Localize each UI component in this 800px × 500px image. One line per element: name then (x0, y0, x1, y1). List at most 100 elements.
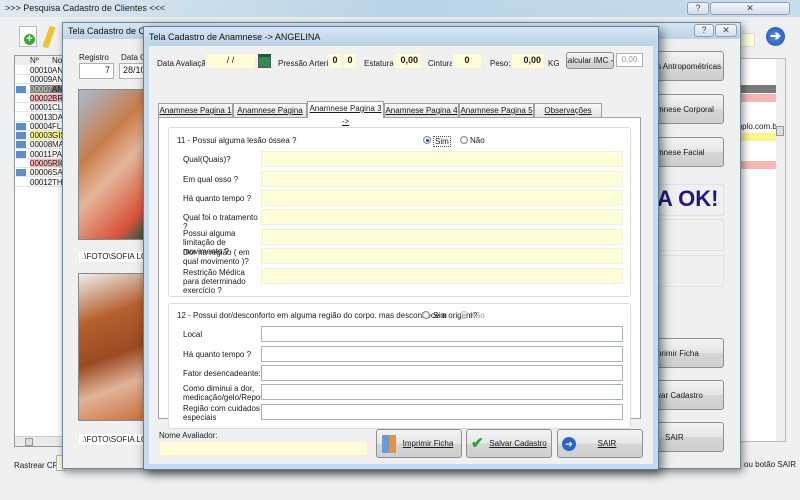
table-row[interactable]: 00010ANA (15, 66, 63, 75)
peso-label: Peso: (490, 59, 511, 68)
outer-help-button[interactable]: ? (687, 2, 709, 15)
row-icon (16, 179, 26, 186)
table-row[interactable]: 00012THE (15, 177, 63, 187)
tab-pagina-3[interactable]: Anamnese Pagina 3 -> (307, 101, 384, 126)
table-row[interactable]: 00001CLI (15, 103, 63, 113)
save-button[interactable]: ✔ Salvar Cadastro (466, 429, 552, 458)
q11-field-label: Dor na região ( em qual movimento )? (183, 248, 250, 266)
row-num: 00012 (30, 177, 53, 187)
exit-label: SAIR (597, 439, 617, 448)
data-avaliacao-input[interactable]: / / (205, 53, 256, 69)
q11-field-input[interactable] (261, 229, 623, 245)
vertical-scrollbar[interactable] (776, 59, 785, 441)
table-row[interactable]: 00007 AN (15, 84, 63, 94)
q12-field-input[interactable] (261, 346, 623, 362)
edit-pencil-icon[interactable] (42, 25, 56, 49)
table-row[interactable]: 00006SAR (15, 168, 63, 178)
table-row[interactable]: 00009ANA (15, 75, 63, 85)
tab-observacoes[interactable]: Observações Gerais (534, 103, 602, 128)
table-row[interactable]: 00003GIS (15, 131, 63, 141)
q12-field-input[interactable] (261, 365, 623, 381)
exit-hint: C ou botão SAIR (736, 460, 797, 469)
row-icon (16, 67, 26, 74)
next-arrow-icon[interactable]: ➔ (766, 27, 785, 46)
cintura-input[interactable]: 0 (452, 53, 482, 69)
horizontal-scrollbar[interactable] (15, 436, 63, 446)
checkmark-icon: ✔ (471, 435, 484, 452)
client-list-grid[interactable]: Nº Nome 00010ANA00009ANA00007AN00002BRI0… (14, 55, 73, 447)
q12-field-input[interactable] (261, 384, 623, 400)
anamnese-title: Tela Cadastro de Anamnese -> ANGELINA (144, 27, 658, 46)
q11-no-radio[interactable] (460, 136, 468, 144)
estatura-input[interactable]: 0,00 (393, 53, 422, 69)
row-icon (16, 160, 26, 167)
pressao-input-1[interactable]: 0 (328, 53, 342, 69)
row-num: 00007 (30, 84, 53, 94)
new-client-icon[interactable]: + (19, 26, 37, 47)
q12-yes-label[interactable]: Sim (433, 311, 447, 320)
q11-group: 11 - Possui alguma lesão óssea ? Sim Não… (168, 127, 631, 297)
photo-2-path[interactable]: .\FOTO\SOFIA LOREN (78, 433, 146, 446)
row-icon (16, 150, 26, 158)
anamnese-corporal-button[interactable]: mnese Corporal (656, 94, 724, 124)
outer-close-button[interactable]: ✕ (710, 2, 790, 15)
tab-pagina-4[interactable]: Anamnese Pagina 4 -> (384, 103, 459, 128)
client-photo-1 (78, 89, 146, 240)
q11-field-input[interactable] (261, 268, 623, 284)
row-num: 00013 (30, 112, 53, 122)
photo-1-path[interactable]: .\FOTO\SOFIA LOREN (78, 250, 146, 263)
q11-yes-label[interactable]: Sim (433, 136, 451, 147)
avaliador-input[interactable] (159, 441, 368, 456)
pressao-input-2[interactable]: 0 (343, 53, 357, 69)
tab-pagina-5[interactable]: Anamnese Pagina 5 -> (459, 103, 534, 128)
table-row[interactable]: 00005RIC (15, 159, 63, 168)
client-exit-button[interactable]: SAIR (656, 422, 724, 452)
calcular-imc-button[interactable]: Calcular IMC -> (566, 52, 614, 69)
peso-unit: KG (548, 59, 560, 68)
q11-no-label[interactable]: Não (470, 136, 485, 145)
client-close-button[interactable]: ✕ (715, 24, 737, 37)
client-save-button[interactable]: var Cadastro (656, 380, 724, 410)
data-cadastro-input[interactable]: 28/10 (119, 63, 145, 79)
peso-input[interactable]: 0,00 (511, 53, 545, 69)
right-list[interactable]: emplo.com.br (731, 58, 786, 442)
client-print-button[interactable]: primir Ficha (656, 338, 724, 368)
table-row[interactable]: 00004FLA (15, 121, 63, 131)
row-icon (16, 85, 26, 93)
table-row[interactable]: 00011PAM (15, 149, 63, 159)
row-icon (16, 132, 26, 140)
q12-no-radio[interactable] (460, 311, 468, 319)
q12-field-input[interactable] (261, 326, 623, 342)
q11-field-input[interactable] (261, 171, 623, 187)
client-help-button[interactable]: ? (694, 24, 714, 37)
q12-no-label[interactable]: Não (470, 311, 485, 320)
table-row[interactable]: 00008MAR (15, 140, 63, 150)
row-num: 00011 (30, 149, 52, 159)
tab-pagina-2[interactable]: Anamnese Pagina 2 -> (233, 103, 307, 128)
q11-field-input[interactable] (261, 209, 623, 225)
q11-field-label: Em qual osso ? (183, 175, 239, 184)
q12-field-input[interactable] (261, 404, 623, 420)
row-icon (16, 76, 26, 83)
exit-button[interactable]: ➔ SAIR (557, 429, 643, 458)
print-button[interactable]: Imprimir Ficha (376, 429, 462, 458)
table-row[interactable]: 00013DAV (15, 112, 63, 122)
exit-arrow-icon: ➔ (562, 437, 576, 451)
calendar-icon[interactable] (258, 54, 271, 68)
q11-yes-radio[interactable] (423, 136, 431, 144)
q12-field-label: Há quanto tempo ? (183, 350, 252, 359)
q11-field-input[interactable] (261, 190, 623, 206)
row-num: 00006 (30, 168, 53, 178)
q11-field-input[interactable] (261, 151, 623, 167)
table-row[interactable]: 00002BRI (15, 93, 63, 103)
tab-pagina-1[interactable]: Anamnese Pagina 1 -> (158, 103, 233, 128)
q12-yes-radio[interactable] (422, 311, 430, 319)
row-num: 00008 (30, 140, 53, 150)
q12-group: 12 - Possui dor/desconforto em alguma re… (168, 303, 631, 429)
row-num: 00001 (30, 103, 53, 113)
q11-field-input[interactable] (261, 248, 623, 264)
anamnese-facial-button[interactable]: mnese Facial (656, 137, 724, 167)
row-icon (16, 114, 26, 121)
registro-input[interactable]: 7 (79, 63, 114, 79)
antropometricas-button[interactable]: s Antropométricas (656, 51, 724, 81)
